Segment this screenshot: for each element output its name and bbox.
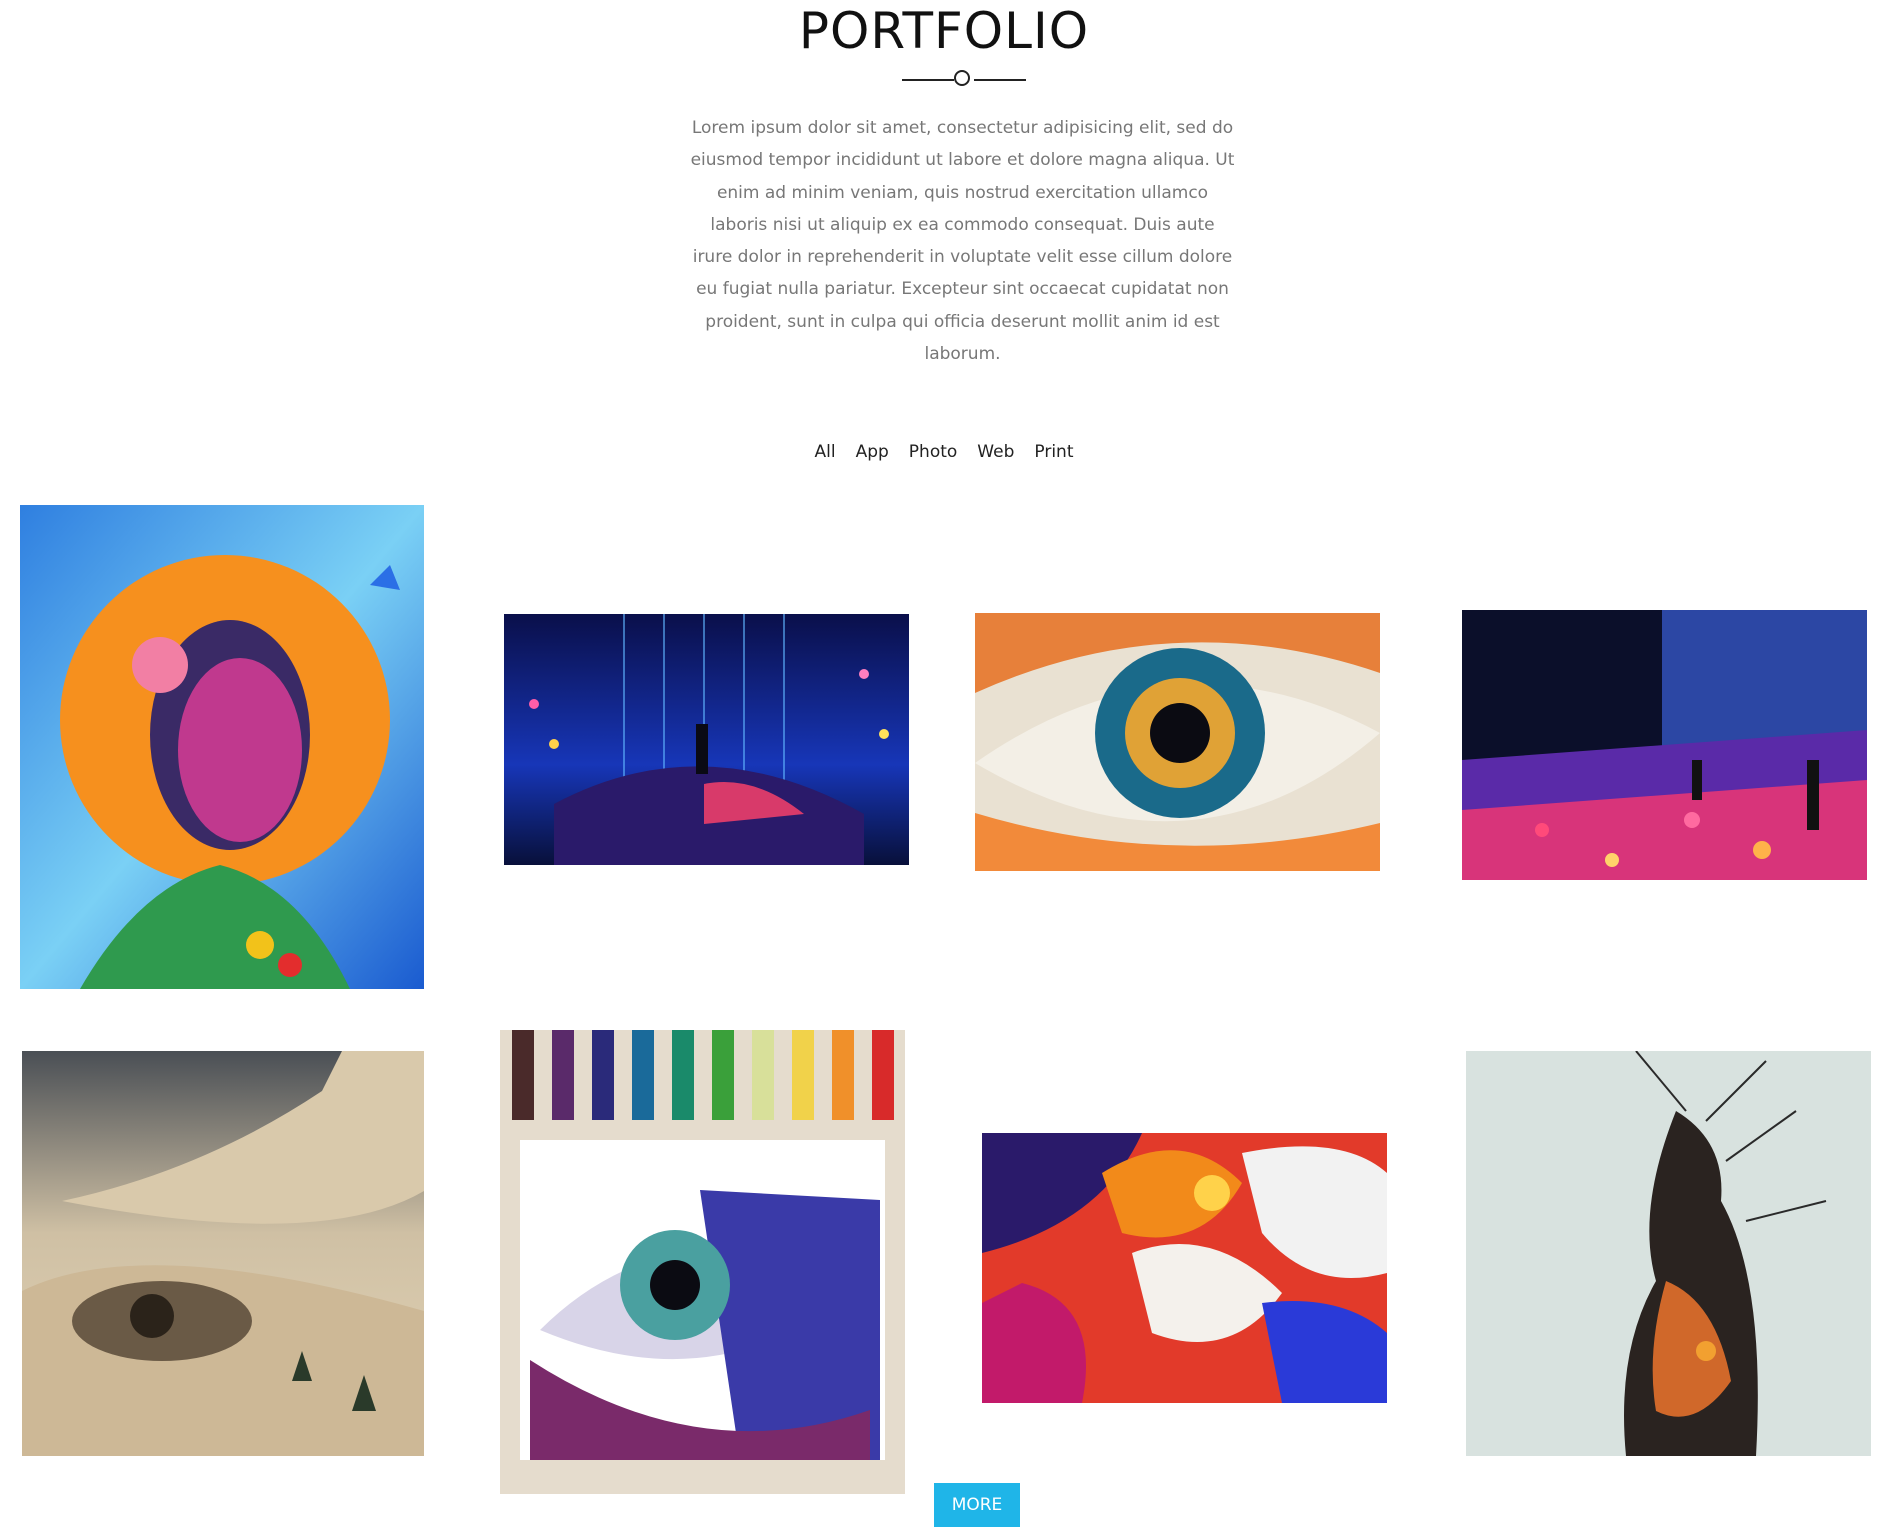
portfolio-item-flower-room[interactable] [1462,610,1867,880]
pencil-eye-image [500,1030,905,1494]
flower-room-image [1462,610,1867,880]
filter-photo[interactable]: Photo [909,442,958,462]
filter-app[interactable]: App [856,442,889,462]
section-title: PORTFOLIO [798,2,1090,60]
dispersion-image [1466,1051,1871,1456]
portfolio-filters: All App Photo Web Print [0,442,1888,462]
divider-line-left [902,79,954,81]
light-installation-image [504,614,909,865]
filter-print[interactable]: Print [1034,442,1073,462]
portfolio-item-fluid-art[interactable] [982,1133,1387,1403]
surreal-eye-image [22,1051,424,1456]
more-button[interactable]: MORE [934,1483,1020,1527]
portfolio-item-painted-eye[interactable] [975,613,1380,871]
portfolio-item-pencil-eye[interactable] [500,1030,905,1494]
filter-all[interactable]: All [815,442,836,462]
portfolio-item-dispersion[interactable] [1466,1051,1871,1456]
divider-line-right [974,79,1026,81]
divider-circle-icon [954,70,970,86]
portfolio-item-portrait[interactable] [20,505,424,989]
portfolio-item-surreal-eye[interactable] [22,1051,424,1456]
painted-eye-image [975,613,1380,871]
portrait-artwork-image [20,505,424,989]
title-divider [902,68,1026,92]
section-intro: Lorem ipsum dolor sit amet, consectetur … [690,118,1235,365]
fluid-art-image [982,1133,1387,1403]
filter-web[interactable]: Web [977,442,1014,462]
portfolio-item-light-installation[interactable] [504,614,909,865]
